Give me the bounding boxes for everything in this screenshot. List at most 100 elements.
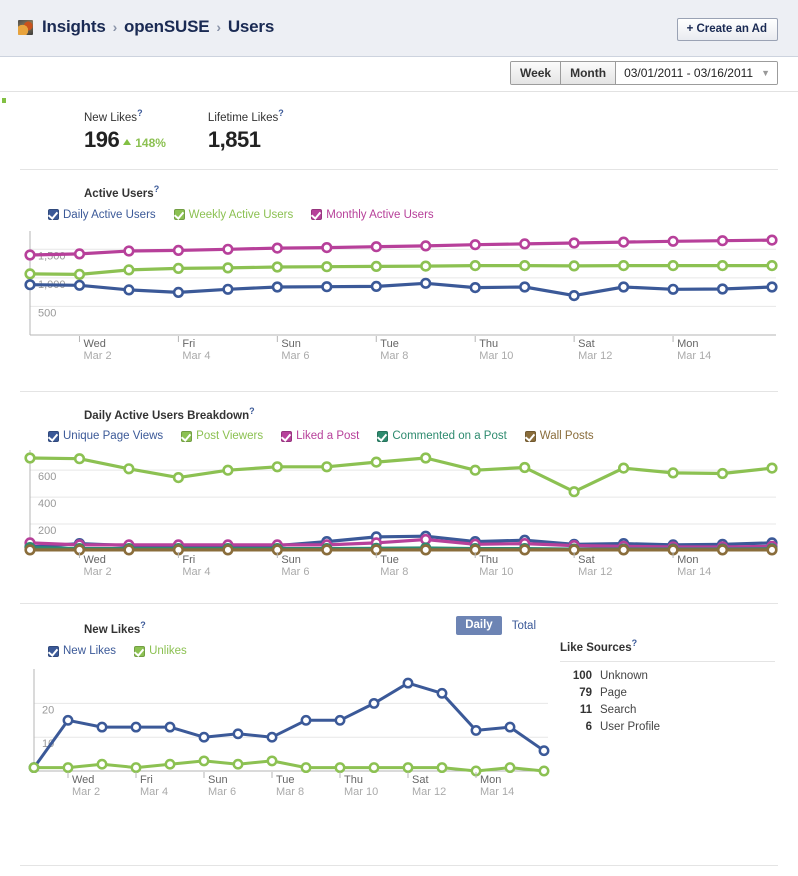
data-point[interactable] [768, 235, 777, 244]
data-point[interactable] [619, 464, 628, 473]
data-point[interactable] [372, 282, 381, 291]
data-point[interactable] [520, 282, 529, 291]
data-point[interactable] [520, 464, 529, 473]
toggle-daily-button[interactable]: Daily [456, 616, 502, 635]
data-point[interactable] [174, 288, 183, 297]
data-point[interactable] [336, 764, 344, 772]
help-icon[interactable]: ? [137, 108, 143, 118]
breakdown-legend-item-3[interactable]: Commented on a Post [377, 430, 506, 442]
data-point[interactable] [540, 747, 548, 755]
data-point[interactable] [472, 727, 480, 735]
checkbox-checked-icon[interactable] [281, 431, 292, 442]
data-point[interactable] [132, 764, 140, 772]
data-point[interactable] [174, 246, 183, 255]
data-point[interactable] [75, 455, 84, 464]
data-point[interactable] [224, 285, 233, 294]
data-point[interactable] [540, 767, 548, 775]
checkbox-checked-icon[interactable] [181, 431, 192, 442]
data-point[interactable] [372, 458, 381, 467]
data-point[interactable] [520, 261, 529, 270]
data-point[interactable] [718, 470, 727, 479]
help-icon[interactable]: ? [154, 184, 160, 194]
data-point[interactable] [268, 733, 276, 741]
data-point[interactable] [273, 243, 282, 252]
breakdown-legend-item-4[interactable]: Wall Posts [525, 430, 594, 442]
data-point[interactable] [520, 546, 529, 555]
checkbox-checked-icon[interactable] [311, 209, 322, 220]
data-point[interactable] [64, 716, 72, 724]
data-point[interactable] [64, 764, 72, 772]
data-point[interactable] [234, 730, 242, 738]
data-point[interactable] [570, 238, 579, 247]
data-point[interactable] [471, 283, 480, 292]
data-point[interactable] [570, 261, 579, 270]
checkbox-checked-icon[interactable] [525, 431, 536, 442]
data-point[interactable] [421, 261, 430, 270]
data-point[interactable] [125, 265, 134, 274]
data-point[interactable] [438, 764, 446, 772]
data-point[interactable] [125, 246, 134, 255]
data-point[interactable] [570, 488, 579, 497]
data-point[interactable] [30, 764, 38, 772]
data-point[interactable] [200, 757, 208, 765]
data-point[interactable] [718, 261, 727, 270]
data-point[interactable] [26, 269, 35, 278]
data-point[interactable] [421, 546, 430, 555]
date-range-picker[interactable]: 03/01/2011 - 03/16/2011 ▼ [616, 62, 777, 84]
data-point[interactable] [166, 723, 174, 731]
data-point[interactable] [125, 546, 134, 555]
breakdown-legend-item-2[interactable]: Liked a Post [281, 430, 359, 442]
data-point[interactable] [669, 261, 678, 270]
data-point[interactable] [619, 282, 628, 291]
data-point[interactable] [273, 282, 282, 291]
data-point[interactable] [224, 466, 233, 475]
data-point[interactable] [768, 261, 777, 270]
data-point[interactable] [26, 250, 35, 259]
new-likes-legend-item-0[interactable]: New Likes [48, 645, 116, 657]
data-point[interactable] [98, 760, 106, 768]
active-users-legend-item-0[interactable]: Daily Active Users [48, 209, 156, 221]
data-point[interactable] [506, 723, 514, 731]
data-point[interactable] [75, 249, 84, 258]
data-point[interactable] [669, 237, 678, 246]
data-point[interactable] [98, 723, 106, 731]
checkbox-checked-icon[interactable] [377, 431, 388, 442]
create-an-ad-button[interactable]: + Create an Ad [677, 18, 778, 41]
data-point[interactable] [370, 700, 378, 708]
month-button[interactable]: Month [561, 62, 616, 84]
data-point[interactable] [370, 764, 378, 772]
breadcrumb-item-opensuse[interactable]: openSUSE [124, 17, 209, 37]
data-point[interactable] [125, 285, 134, 294]
data-point[interactable] [421, 241, 430, 250]
data-point[interactable] [768, 464, 777, 473]
breakdown-legend-item-1[interactable]: Post Viewers [181, 430, 263, 442]
data-point[interactable] [26, 454, 35, 463]
data-point[interactable] [619, 546, 628, 555]
toggle-total-button[interactable]: Total [512, 620, 536, 632]
checkbox-checked-icon[interactable] [174, 209, 185, 220]
data-point[interactable] [302, 716, 310, 724]
data-point[interactable] [372, 242, 381, 251]
data-point[interactable] [506, 764, 514, 772]
data-point[interactable] [75, 281, 84, 290]
data-point[interactable] [421, 454, 430, 463]
data-point[interactable] [718, 236, 727, 245]
help-icon[interactable]: ? [140, 620, 146, 630]
data-point[interactable] [234, 760, 242, 768]
data-point[interactable] [224, 263, 233, 272]
data-point[interactable] [224, 245, 233, 254]
data-point[interactable] [372, 262, 381, 271]
data-point[interactable] [768, 282, 777, 291]
data-point[interactable] [125, 465, 134, 474]
data-point[interactable] [132, 723, 140, 731]
data-point[interactable] [471, 240, 480, 249]
data-point[interactable] [26, 546, 35, 555]
help-icon[interactable]: ? [249, 406, 255, 416]
data-point[interactable] [768, 546, 777, 555]
new-likes-legend-item-1[interactable]: Unlikes [134, 645, 187, 657]
data-point[interactable] [421, 279, 430, 288]
checkbox-checked-icon[interactable] [48, 431, 59, 442]
data-point[interactable] [669, 469, 678, 478]
data-point[interactable] [273, 262, 282, 271]
help-icon[interactable]: ? [632, 638, 638, 648]
